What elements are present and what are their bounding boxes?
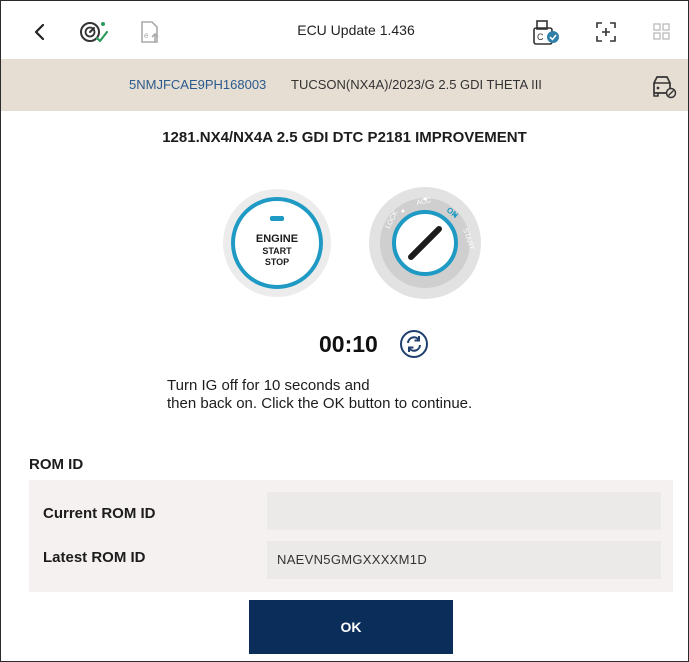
rom-id-panel: Current ROM ID Latest ROM ID NAEVN5GMGXX… [29,480,673,592]
instruction-line-1: Turn IG off for 10 seconds and [167,377,370,394]
procedure-heading: 1281.NX4/NX4A 2.5 GDI DTC P2181 IMPROVEM… [162,129,527,146]
car-settings-icon[interactable] [649,73,677,99]
app-title: ECU Update 1.436 [297,22,415,38]
latest-rom-label: Latest ROM ID [43,549,146,566]
stop-label: STOP [265,257,289,267]
vehicle-info-bar: 5NMJFCAE9PH168003 TUCSON(NX4A)/2023/G 2.… [1,59,688,111]
vehicle-description: TUCSON(NX4A)/2023/G 2.5 GDI THETA III [291,77,542,92]
grid-icon[interactable] [649,19,675,45]
instruction-text: Turn IG off for 10 seconds and then back… [167,377,472,413]
engine-start-stop-icon: ENGINE START STOP [221,187,333,299]
instruction-line-2: then back on. Click the OK button to con… [167,395,473,412]
latest-rom-value: NAEVN5GMGXXXXM1D [267,541,661,579]
current-rom-value [267,492,661,530]
start-label: START [262,246,292,256]
svg-text:C: C [537,32,544,42]
svg-text:e: e [144,31,149,40]
top-bar: e ECU Update 1.436 C [1,1,688,59]
diagnostic-gauge-icon[interactable] [77,19,111,45]
app-window: e ECU Update 1.436 C 5NMJFCAE9PH168003 T… [0,0,689,662]
fullscreen-icon[interactable] [593,19,619,45]
refresh-icon[interactable] [399,329,429,359]
current-rom-label: Current ROM ID [43,505,156,522]
printer-scan-icon[interactable]: C [531,19,563,45]
countdown-timer: 00:10 [319,331,378,357]
back-chevron-icon[interactable] [27,19,53,45]
file-upload-icon[interactable]: e [137,19,163,45]
vehicle-vin: 5NMJFCAE9PH168003 [129,77,267,92]
ignition-key-icon: LOCK ACC ON START [367,185,483,301]
rom-id-title: ROM ID [29,456,84,473]
engine-label: ENGINE [256,233,298,245]
ok-button[interactable]: OK [249,600,453,654]
